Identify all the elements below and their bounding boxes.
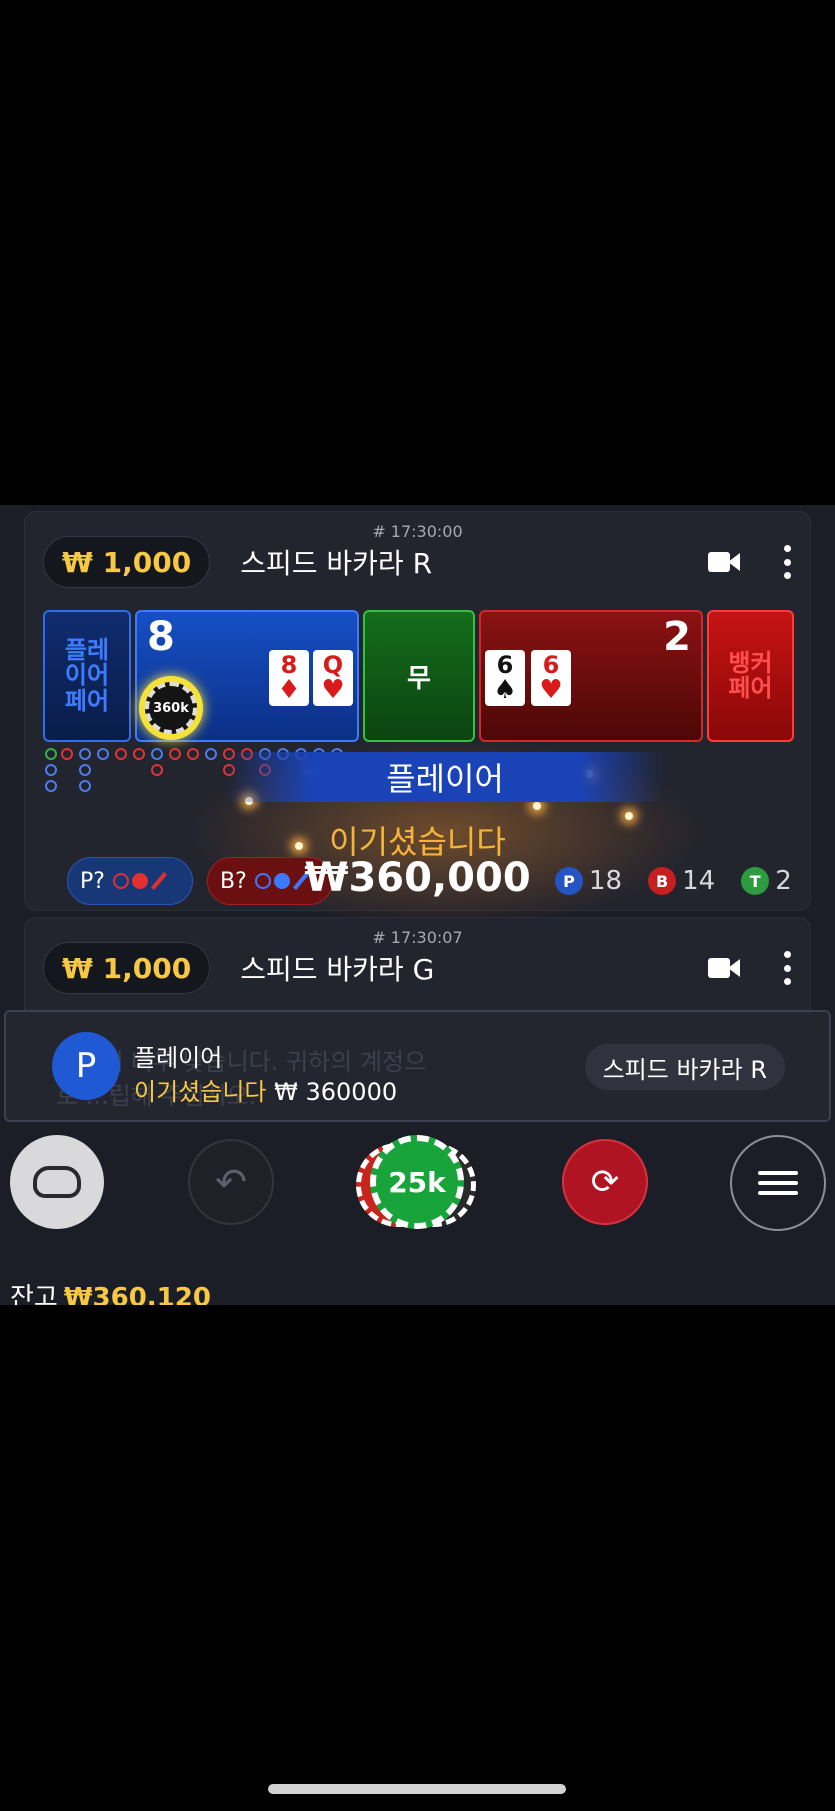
placed-chip: 360k: [139, 676, 203, 740]
player-pair-spot[interactable]: 플레이어페어: [43, 610, 131, 742]
menu-button[interactable]: [730, 1135, 826, 1231]
bet-limit-badge: ₩ 1,000: [43, 942, 211, 994]
road-dot: [133, 748, 145, 760]
win-amount: ₩360,000: [304, 855, 531, 901]
win-amount-text: ₩ 360000: [274, 1078, 398, 1106]
video-camera-icon[interactable]: [708, 955, 742, 981]
road-dot: [115, 748, 127, 760]
rebet-icon: ⟳: [590, 1162, 620, 1202]
undo-icon: ↶: [215, 1160, 247, 1204]
road-dot: [151, 748, 163, 760]
road-dot: [97, 748, 109, 760]
banker-score: 2: [663, 614, 691, 660]
road-dot: [169, 748, 181, 760]
table-header: ₩ 1,000 스피드 바카라 R: [43, 536, 792, 588]
banker-card-2: 6 ♥: [531, 650, 571, 706]
banker-card-1: 6 ♠: [485, 650, 525, 706]
live-casino-screen: # 17:30:00 ₩ 1,000 스피드 바카라 R 플레이어페어 8 8 …: [0, 505, 835, 1305]
banker-spot[interactable]: 6 ♠ 6 ♥ 2: [479, 610, 703, 742]
win-notification[interactable]: ...기에 너무 낮습니다. 귀하의 계정으 로 ...립해 주십시오. P 플…: [4, 1010, 831, 1122]
banker-pair-spot[interactable]: 뱅커페어: [707, 610, 794, 742]
home-indicator[interactable]: [268, 1784, 566, 1794]
sparkle: [533, 802, 541, 810]
balance-label: 잔고: [10, 1283, 58, 1305]
tie-spot[interactable]: 무: [363, 610, 475, 742]
player-pair-label: 플레이어페어: [64, 636, 110, 715]
more-options-icon[interactable]: [782, 951, 792, 985]
notification-message: 이기셨습니다 ₩ 360000: [134, 1072, 397, 1107]
road-dot: [151, 764, 163, 776]
undo-button[interactable]: ↶: [188, 1139, 274, 1225]
bet-spots: 플레이어페어 8 8 ♦ Q ♥ 360k 무 6 ♠ 6 ♥ 2 뱅커페어: [43, 610, 794, 742]
chip-selector[interactable]: 25k: [356, 1135, 476, 1231]
player-card-2: Q ♥: [313, 650, 353, 706]
winner-banner: 플레이어: [225, 752, 665, 802]
more-options-icon[interactable]: [782, 545, 792, 579]
lobby-icon: [33, 1166, 81, 1198]
go-to-table-button[interactable]: 스피드 바카라 R: [584, 1044, 785, 1090]
road-dot: [61, 748, 73, 760]
road-dot: [45, 780, 57, 792]
rebet-button[interactable]: ⟳: [562, 1139, 648, 1225]
road-dot: [79, 764, 91, 776]
table-name[interactable]: 스피드 바카라 R: [240, 542, 708, 582]
balance-display: 잔고 ₩360,120: [10, 1277, 211, 1305]
banker-pair-label: 뱅커페어: [728, 648, 773, 702]
road-dot: [45, 748, 57, 760]
bet-limit-badge: ₩ 1,000: [43, 536, 211, 588]
notification-title: 플레이어: [134, 1044, 223, 1072]
player-card-1: 8 ♦: [269, 650, 309, 706]
win-label: 이기셨습니다: [134, 1078, 267, 1106]
bottom-controls: ↶ 25k ⟳: [0, 1125, 835, 1245]
selected-chip[interactable]: 25k: [370, 1135, 464, 1229]
hamburger-icon: [758, 1171, 798, 1175]
table-name[interactable]: 스피드 바카라 G: [240, 948, 708, 988]
player-spot[interactable]: 8 8 ♦ Q ♥ 360k: [135, 610, 359, 742]
player-avatar: P: [52, 1032, 120, 1100]
road-dot: [79, 748, 91, 760]
road-dot: [79, 780, 91, 792]
road-dot: [45, 764, 57, 776]
lobby-button[interactable]: [10, 1135, 104, 1229]
table-header: ₩ 1,000 스피드 바카라 G: [43, 942, 792, 994]
video-camera-icon[interactable]: [708, 549, 742, 575]
balance-value: ₩360,120: [63, 1283, 211, 1305]
player-score: 8: [147, 614, 175, 660]
